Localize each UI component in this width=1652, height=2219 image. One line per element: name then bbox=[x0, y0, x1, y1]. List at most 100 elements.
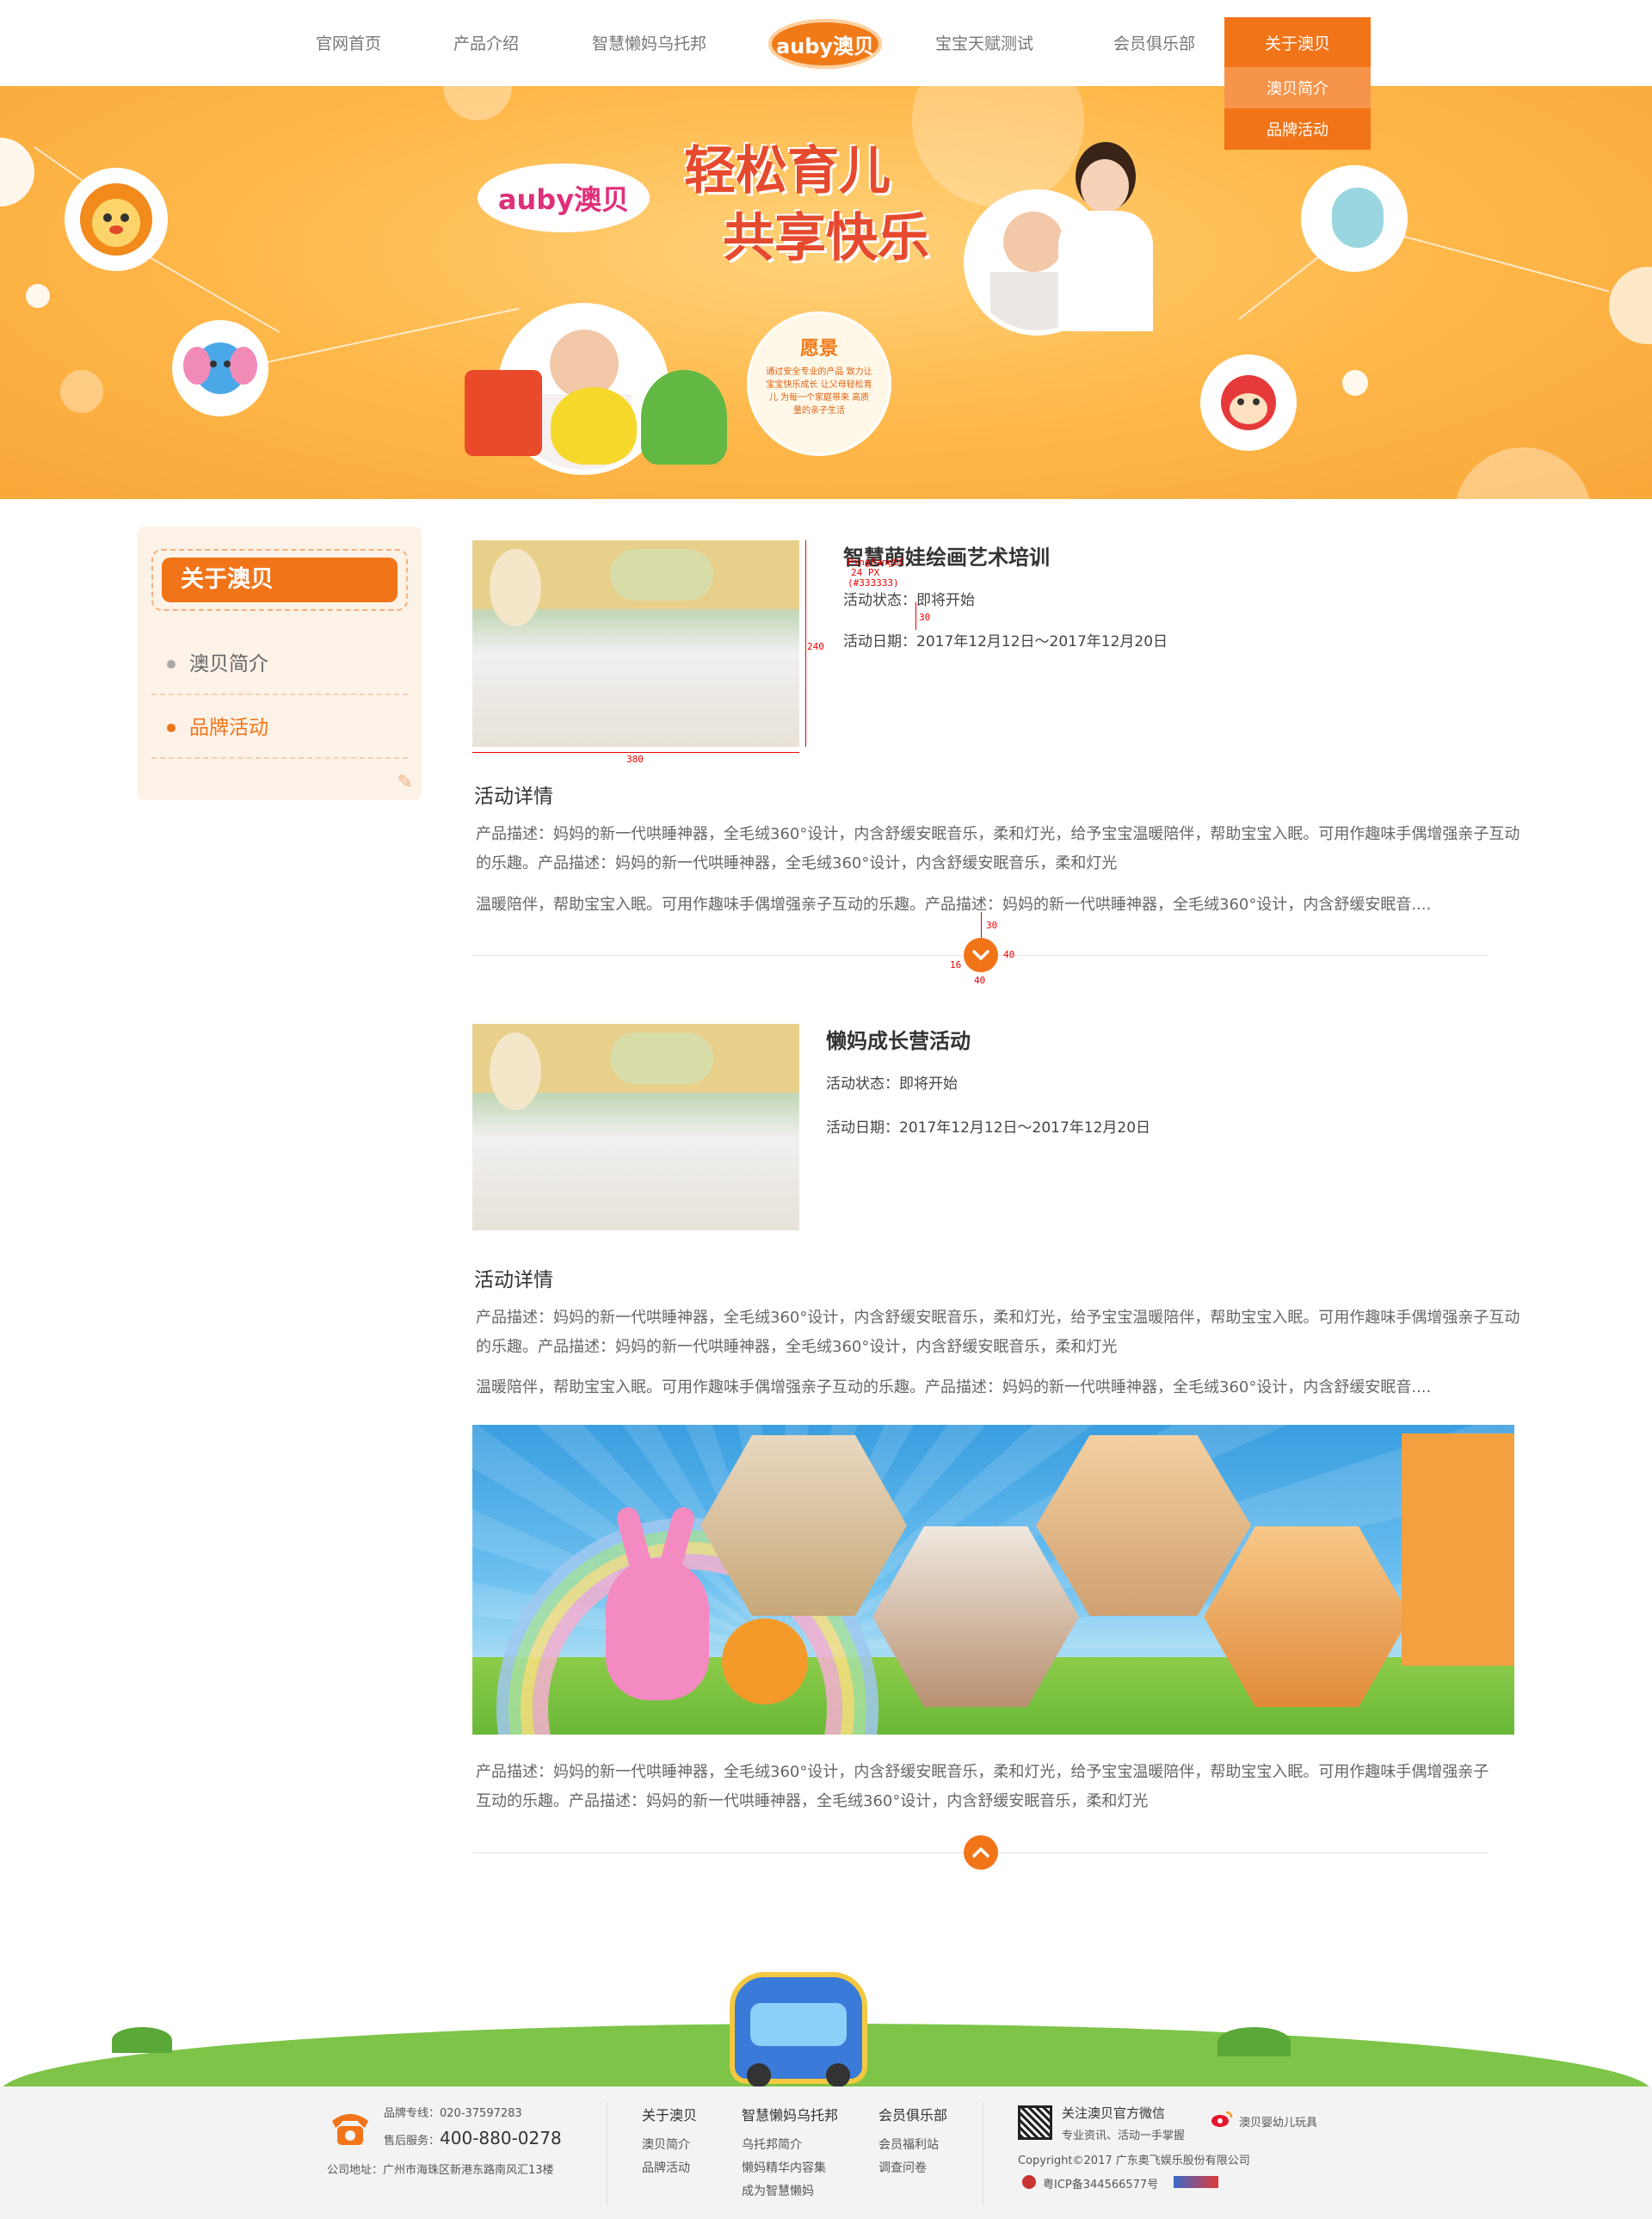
footer-link[interactable]: 调查问卷 bbox=[878, 2159, 927, 2176]
footer: 品牌专线：020-37597283 售后服务：400-880-0278 公司地址… bbox=[0, 2086, 1652, 2219]
elephant-mascot bbox=[172, 320, 268, 416]
tree-decoration bbox=[112, 2027, 172, 2053]
vision-title: 愿景 bbox=[799, 338, 838, 360]
banner-logo: auby澳贝 bbox=[478, 163, 650, 232]
service-phone: 400-880-0278 bbox=[440, 2128, 562, 2148]
toy-tree bbox=[641, 370, 727, 465]
banner-slogan: 轻松育儿 共享快乐 bbox=[684, 138, 929, 272]
annotation-line bbox=[915, 602, 916, 630]
vision-bubble: 愿景 通过安全专业的产品 致力让宝宝快乐成长 让父母轻松育儿 为每一个家庭带来 … bbox=[747, 311, 891, 456]
plush-toy-photo bbox=[1301, 165, 1408, 272]
decor-circle bbox=[443, 86, 512, 120]
nav-about[interactable]: 关于澳贝 bbox=[1224, 17, 1371, 67]
phone-icon bbox=[327, 2105, 373, 2152]
police-badge-icon bbox=[1022, 2175, 1036, 2189]
status-value: 即将开始 bbox=[916, 592, 975, 609]
icp-number[interactable]: 粤ICP备344566577号 bbox=[1043, 2175, 1158, 2191]
date-label: 活动日期： bbox=[826, 1119, 899, 1137]
brand-logo[interactable]: auby澳贝 bbox=[768, 19, 882, 69]
hero-banner: auby澳贝 轻松育儿 共享快乐 愿景 通过安全专业的产品 致力让宝宝快乐成长 … bbox=[0, 86, 1652, 499]
brand-hotline: 品牌专线：020-37597283 bbox=[384, 2107, 522, 2120]
activity-1-desc-2: 温暖陪伴，帮助宝宝入眠。可用作趣味手偶增强亲子互动的乐趣。产品描述：妈妈的新一代… bbox=[476, 896, 1432, 914]
footer-link[interactable]: 成为智慧懒妈 bbox=[742, 2182, 814, 2199]
toy-block bbox=[465, 370, 542, 456]
activity-1-details-heading: 活动详情 bbox=[474, 786, 553, 808]
status-value: 即将开始 bbox=[899, 1076, 958, 1093]
date-value: 2017年12月12日～2017年12月20日 bbox=[899, 1119, 1151, 1137]
collapse-button[interactable] bbox=[964, 1835, 998, 1870]
dropdown-item-intro[interactable]: 澳贝简介 bbox=[1224, 67, 1371, 108]
annotation-line bbox=[805, 540, 806, 747]
decor-line bbox=[266, 307, 520, 363]
copyright: Copyright©2017 广东奥飞娱乐股份有限公司 bbox=[1018, 2154, 1250, 2167]
nav-products[interactable]: 产品介绍 bbox=[453, 31, 519, 54]
decor-circle bbox=[60, 370, 103, 413]
bus-mascot-icon bbox=[730, 1972, 867, 2087]
activity-1-desc-1: 产品描述：妈妈的新一代哄睡神器，全毛绒360°设计，内含舒缓安眠音乐，柔和灯光，… bbox=[476, 825, 1520, 872]
decor-circle bbox=[1342, 370, 1368, 396]
sidebar-decoration-icon: ✎ bbox=[397, 772, 413, 793]
cnzz-badge-icon[interactable] bbox=[1174, 2176, 1218, 2188]
nav-utopia[interactable]: 智慧懒妈乌托邦 bbox=[592, 31, 706, 54]
weibo-label[interactable]: 澳贝婴幼儿玩具 bbox=[1239, 2113, 1317, 2130]
activity-2-desc-3: 产品描述：妈妈的新一代哄睡神器，全毛绒360°设计，内含舒缓安眠音乐，柔和灯光，… bbox=[476, 1763, 1489, 1810]
slogan-line-1: 轻松育儿 bbox=[684, 141, 891, 201]
pink-rabbit-mascot bbox=[606, 1558, 709, 1700]
sidebar-item-intro[interactable]: 澳贝简介 bbox=[151, 633, 408, 695]
footer-col-about-head[interactable]: 关于澳贝 bbox=[642, 2104, 697, 2124]
activity-1-photo[interactable] bbox=[472, 540, 799, 747]
footer-link[interactable]: 品牌活动 bbox=[642, 2159, 690, 2176]
activity-2-desc-2: 温暖陪伴，帮助宝宝入眠。可用作趣味手偶增强亲子互动的乐趣。产品描述：妈妈的新一代… bbox=[476, 1378, 1432, 1396]
about-dropdown: 澳贝简介 品牌活动 bbox=[1224, 67, 1371, 150]
activity-1-status: 活动状态：即将开始 bbox=[843, 588, 975, 609]
activity-2-title[interactable]: 懒妈成长营活动 bbox=[826, 1024, 971, 1054]
mother-figure bbox=[1015, 133, 1153, 331]
activity-1-date: 活动日期：2017年12月12日～2017年12月20日 bbox=[843, 629, 1168, 650]
footer-link[interactable]: 会员福利站 bbox=[878, 2136, 939, 2153]
tree-decoration bbox=[1217, 2027, 1291, 2056]
annotation-font: PingFangSC 24 PX (#333333) bbox=[848, 558, 904, 589]
activity-2-details-heading: 活动详情 bbox=[474, 1269, 553, 1291]
activity-2-status: 活动状态：即将开始 bbox=[826, 1071, 958, 1093]
toy-duck bbox=[551, 387, 637, 465]
annotation-line bbox=[981, 912, 982, 938]
annotation-gap: 30 bbox=[919, 612, 931, 623]
nav-club[interactable]: 会员俱乐部 bbox=[1113, 31, 1195, 54]
footer-link[interactable]: 懒妈精华内容集 bbox=[742, 2159, 826, 2176]
qr-code-icon[interactable] bbox=[1018, 2105, 1052, 2140]
footer-link[interactable]: 澳贝简介 bbox=[642, 2136, 690, 2153]
orange-cat-mascot bbox=[722, 1618, 808, 1704]
header: 官网首页 产品介绍 智慧懒妈乌托邦 auby澳贝 宝宝天赋测试 会员俱乐部 关于… bbox=[0, 0, 1652, 86]
annotation-btn-width: 40 bbox=[974, 975, 986, 986]
annotation-height: 240 bbox=[807, 641, 824, 652]
annotation-line bbox=[472, 752, 799, 753]
sidebar-title: 关于澳贝 bbox=[162, 558, 398, 602]
company-address: 公司地址：广州市海珠区新港东路南风汇13楼 bbox=[327, 2164, 554, 2177]
nav-home[interactable]: 官网首页 bbox=[316, 31, 381, 54]
monkey-mascot bbox=[1200, 354, 1297, 451]
sidebar-item-label: 品牌活动 bbox=[189, 717, 268, 739]
dropdown-item-activities[interactable]: 品牌活动 bbox=[1224, 108, 1371, 150]
sidebar-item-label: 澳贝简介 bbox=[189, 653, 268, 675]
wechat-title: 关注澳贝官方微信 bbox=[1062, 2105, 1166, 2121]
expand-button[interactable] bbox=[964, 938, 998, 972]
activity-2-photo[interactable] bbox=[472, 1024, 799, 1230]
activity-2-date: 活动日期：2017年12月12日～2017年12月20日 bbox=[826, 1115, 1150, 1137]
bullet-icon bbox=[167, 724, 176, 732]
footer-link[interactable]: 乌托邦简介 bbox=[742, 2136, 802, 2153]
vision-text: 通过安全专业的产品 致力让宝宝快乐成长 让父母轻松育儿 为每一个家庭带来 高质量… bbox=[766, 367, 872, 416]
sidebar-item-activities[interactable]: 品牌活动 bbox=[151, 697, 408, 759]
weibo-icon[interactable] bbox=[1211, 2111, 1233, 2128]
nav-talent-test[interactable]: 宝宝天赋测试 bbox=[935, 31, 1033, 54]
sidebar-header: 关于澳贝 bbox=[151, 549, 408, 611]
wechat-subtitle: 专业资讯、活动一手掌握 bbox=[1062, 2130, 1186, 2142]
decor-circle bbox=[0, 138, 34, 206]
chevron-up-icon bbox=[972, 1847, 989, 1858]
slogan-line-2: 共享快乐 bbox=[723, 208, 929, 268]
annotation-btn-offset: 16 bbox=[950, 959, 962, 971]
activity-2-scene-image bbox=[472, 1425, 1514, 1735]
decor-line bbox=[137, 250, 280, 333]
annotation-btn-gap: 30 bbox=[986, 920, 998, 931]
footer-col-club-head[interactable]: 会员俱乐部 bbox=[878, 2104, 947, 2124]
footer-col-utopia-head[interactable]: 智慧懒妈乌托邦 bbox=[742, 2104, 838, 2124]
